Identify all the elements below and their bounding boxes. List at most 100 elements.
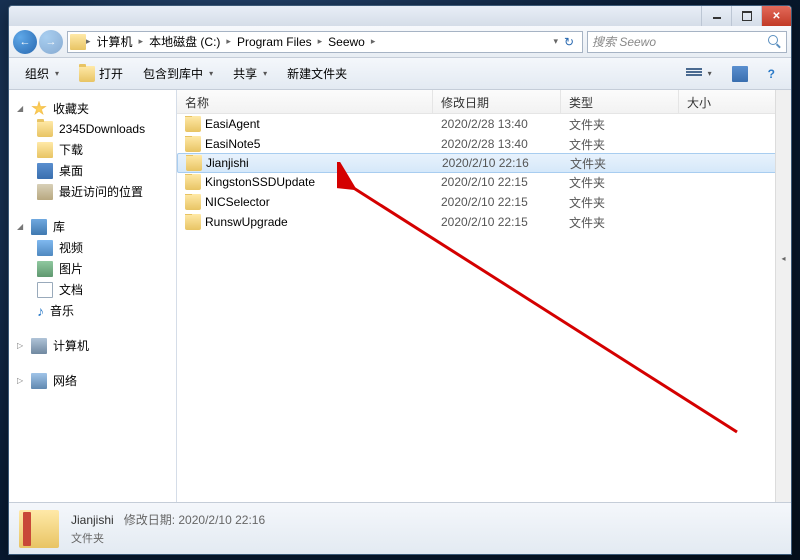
file-row[interactable]: NICSelector 2020/2/10 22:15文件夹 — [177, 192, 791, 212]
file-name: RunswUpgrade — [205, 215, 288, 229]
sidebar-item-desktop[interactable]: 桌面 — [9, 160, 176, 181]
computer-icon — [31, 338, 47, 354]
view-icon — [686, 68, 702, 80]
sidebar-favorites[interactable]: ◢ 收藏夹 — [9, 98, 176, 119]
music-icon: ♪ — [37, 304, 44, 318]
file-row[interactable]: EasiNote5 2020/2/28 13:40文件夹 — [177, 134, 791, 154]
file-row[interactable]: KingstonSSDUpdate2020/2/10 22:15文件夹 — [177, 172, 791, 192]
file-name: NICSelector — [205, 195, 270, 209]
share-menu[interactable]: 共享 — [225, 61, 275, 86]
sidebar-item-pictures[interactable]: 图片 — [9, 258, 176, 279]
titlebar — [9, 6, 791, 26]
new-folder-button[interactable]: 新建文件夹 — [279, 61, 355, 86]
file-name: KingstonSSDUpdate — [205, 175, 315, 189]
folder-open-icon — [79, 66, 95, 82]
vertical-scrollbar[interactable]: ◂ — [775, 90, 791, 502]
column-date[interactable]: 修改日期 — [433, 90, 561, 113]
help-button[interactable]: ? — [760, 63, 783, 85]
file-row[interactable]: Jianjishi 2020/2/10 22:16文件夹 — [177, 153, 791, 173]
details-meta: 修改日期: 2020/2/10 22:16 — [124, 513, 265, 527]
include-library-menu[interactable]: 包含到库中 — [135, 61, 221, 86]
file-type: 文件夹 — [561, 194, 679, 211]
content: ◢ 收藏夹 2345Downloads 下载 桌面 最近访问的位置 ◢ 库 视频… — [9, 90, 791, 502]
file-type: 文件夹 — [561, 116, 679, 133]
pictures-icon — [37, 261, 53, 277]
sidebar-network[interactable]: ▷ 网络 — [9, 370, 176, 391]
close-button[interactable] — [761, 6, 791, 26]
chevron-left-icon[interactable]: ◂ — [776, 250, 791, 266]
file-date: 2020/2/10 22:15 — [433, 195, 561, 209]
organize-menu[interactable]: 组织 — [17, 61, 67, 86]
chevron-right-icon: ▸ — [371, 36, 376, 47]
pane-icon — [732, 66, 748, 82]
maximize-button[interactable] — [731, 6, 761, 26]
sidebar-item-music[interactable]: ♪音乐 — [9, 300, 176, 321]
file-type: 文件夹 — [562, 155, 680, 172]
details-type: 文件夹 — [71, 530, 265, 546]
column-name[interactable]: 名称 — [177, 90, 433, 113]
desktop-icon — [37, 163, 53, 179]
file-name: Jianjishi — [206, 156, 249, 170]
video-icon — [37, 240, 53, 256]
forward-button[interactable]: → — [39, 30, 63, 54]
details-pane: Jianjishi 修改日期: 2020/2/10 22:16 文件夹 — [9, 502, 791, 554]
preview-pane-button[interactable] — [724, 62, 756, 86]
sidebar-item-downloads[interactable]: 下载 — [9, 139, 176, 160]
folder-icon — [185, 136, 201, 152]
library-icon — [31, 219, 47, 235]
folder-icon — [186, 155, 202, 171]
file-date: 2020/2/10 22:16 — [434, 156, 562, 170]
file-type: 文件夹 — [561, 136, 679, 153]
refresh-button[interactable]: ↻ — [558, 35, 580, 49]
sidebar: ◢ 收藏夹 2345Downloads 下载 桌面 最近访问的位置 ◢ 库 视频… — [9, 90, 177, 502]
sidebar-item-video[interactable]: 视频 — [9, 237, 176, 258]
collapse-icon: ◢ — [17, 222, 25, 231]
sidebar-library[interactable]: ◢ 库 — [9, 216, 176, 237]
file-date: 2020/2/28 13:40 — [433, 117, 561, 131]
expand-icon: ▷ — [17, 341, 25, 350]
file-rows: EasiAgent2020/2/28 13:40文件夹EasiNote52020… — [177, 114, 791, 502]
sidebar-item-2345downloads[interactable]: 2345Downloads — [9, 119, 176, 139]
search-icon — [768, 35, 782, 49]
column-type[interactable]: 类型 — [561, 90, 679, 113]
breadcrumb[interactable]: ▸ 计算机 ▸ 本地磁盘 (C:) ▸ Program Files ▸ Seew… — [67, 31, 583, 53]
file-date: 2020/2/28 13:40 — [433, 137, 561, 151]
document-icon — [37, 282, 53, 298]
file-row[interactable]: RunswUpgrade 2020/2/10 22:15文件夹 — [177, 212, 791, 232]
folder-icon — [37, 121, 53, 137]
breadcrumb-seg[interactable]: 本地磁盘 (C:) — [143, 32, 226, 52]
file-name: EasiAgent — [205, 117, 260, 131]
file-type: 文件夹 — [561, 174, 679, 191]
breadcrumb-seg[interactable]: 计算机 — [91, 32, 139, 52]
search-input[interactable]: 搜索 Seewo — [587, 31, 787, 53]
details-name: Jianjishi — [71, 513, 114, 527]
open-button[interactable]: 打开 — [71, 61, 131, 86]
folder-icon — [185, 194, 201, 210]
sidebar-item-documents[interactable]: 文档 — [9, 279, 176, 300]
file-list: 名称 修改日期 类型 大小 EasiAgent2020/2/28 13:40文件… — [177, 90, 791, 502]
file-type: 文件夹 — [561, 214, 679, 231]
recent-icon — [37, 184, 53, 200]
sidebar-computer[interactable]: ▷ 计算机 — [9, 335, 176, 356]
folder-icon — [19, 510, 59, 548]
file-date: 2020/2/10 22:15 — [433, 215, 561, 229]
download-icon — [37, 142, 53, 158]
breadcrumb-seg[interactable]: Program Files — [231, 32, 318, 52]
navbar: ← → ▸ 计算机 ▸ 本地磁盘 (C:) ▸ Program Files ▸ … — [9, 26, 791, 58]
sidebar-item-recent[interactable]: 最近访问的位置 — [9, 181, 176, 202]
folder-icon — [185, 116, 201, 132]
minimize-button[interactable] — [701, 6, 731, 26]
explorer-window: ← → ▸ 计算机 ▸ 本地磁盘 (C:) ▸ Program Files ▸ … — [8, 5, 792, 555]
file-row[interactable]: EasiAgent 2020/2/28 13:40文件夹 — [177, 114, 791, 134]
star-icon — [31, 101, 47, 117]
breadcrumb-seg[interactable]: Seewo — [322, 32, 371, 52]
folder-icon — [185, 174, 201, 190]
view-menu[interactable] — [678, 64, 720, 84]
column-headers: 名称 修改日期 类型 大小 — [177, 90, 791, 114]
toolbar: 组织 打开 包含到库中 共享 新建文件夹 ? — [9, 58, 791, 90]
folder-icon — [185, 214, 201, 230]
drive-icon — [70, 34, 86, 50]
file-name: EasiNote5 — [205, 137, 260, 151]
back-button[interactable]: ← — [13, 30, 37, 54]
search-placeholder: 搜索 Seewo — [592, 33, 656, 50]
